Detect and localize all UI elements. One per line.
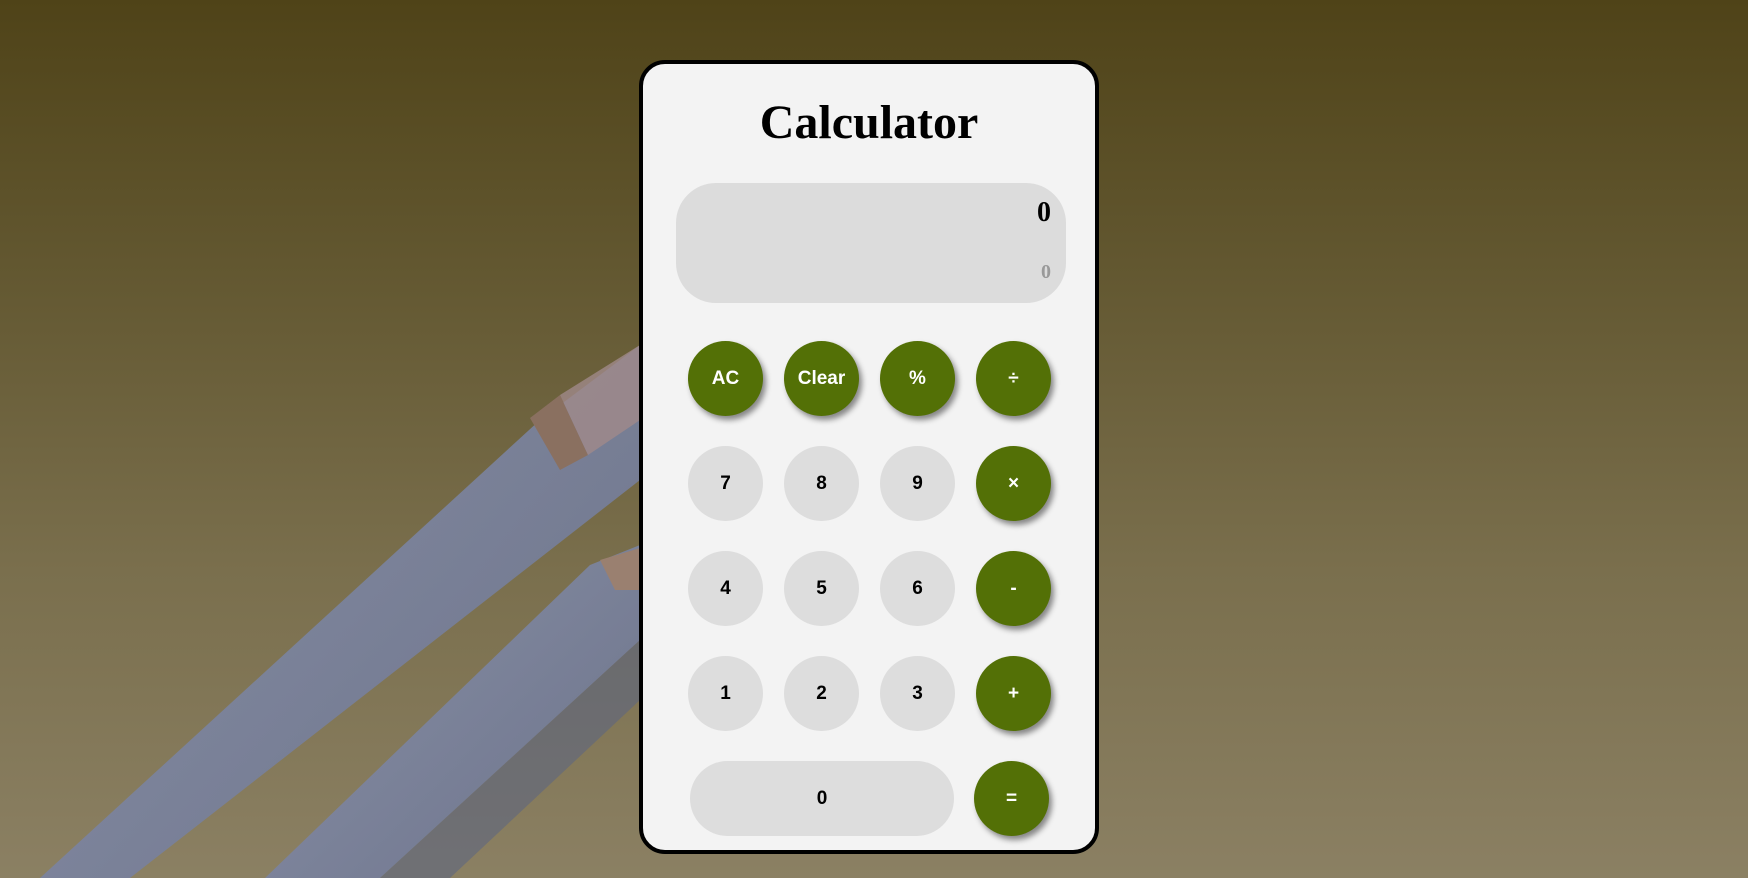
two-button[interactable]: 2 bbox=[784, 656, 859, 731]
eight-button[interactable]: 8 bbox=[784, 446, 859, 521]
clear-button[interactable]: Clear bbox=[784, 341, 859, 416]
calculator-title: Calculator bbox=[759, 96, 979, 149]
four-button[interactable]: 4 bbox=[688, 551, 763, 626]
calculator-panel: Calculator 0 0 AC Clear % ÷ 7 8 9 × 4 5 … bbox=[639, 60, 1099, 854]
calculator-display: 0 0 bbox=[676, 183, 1066, 303]
zero-button[interactable]: 0 bbox=[690, 761, 954, 836]
add-button[interactable]: + bbox=[976, 656, 1051, 731]
three-button[interactable]: 3 bbox=[880, 656, 955, 731]
subtract-button[interactable]: - bbox=[976, 551, 1051, 626]
ac-button[interactable]: AC bbox=[688, 341, 763, 416]
display-current-value: 0 bbox=[1037, 197, 1051, 228]
percent-button[interactable]: % bbox=[880, 341, 955, 416]
seven-button[interactable]: 7 bbox=[688, 446, 763, 521]
equals-button[interactable]: = bbox=[974, 761, 1049, 836]
multiply-button[interactable]: × bbox=[976, 446, 1051, 521]
five-button[interactable]: 5 bbox=[784, 551, 859, 626]
six-button[interactable]: 6 bbox=[880, 551, 955, 626]
display-previous-value: 0 bbox=[1041, 261, 1051, 283]
one-button[interactable]: 1 bbox=[688, 656, 763, 731]
nine-button[interactable]: 9 bbox=[880, 446, 955, 521]
divide-button[interactable]: ÷ bbox=[976, 341, 1051, 416]
